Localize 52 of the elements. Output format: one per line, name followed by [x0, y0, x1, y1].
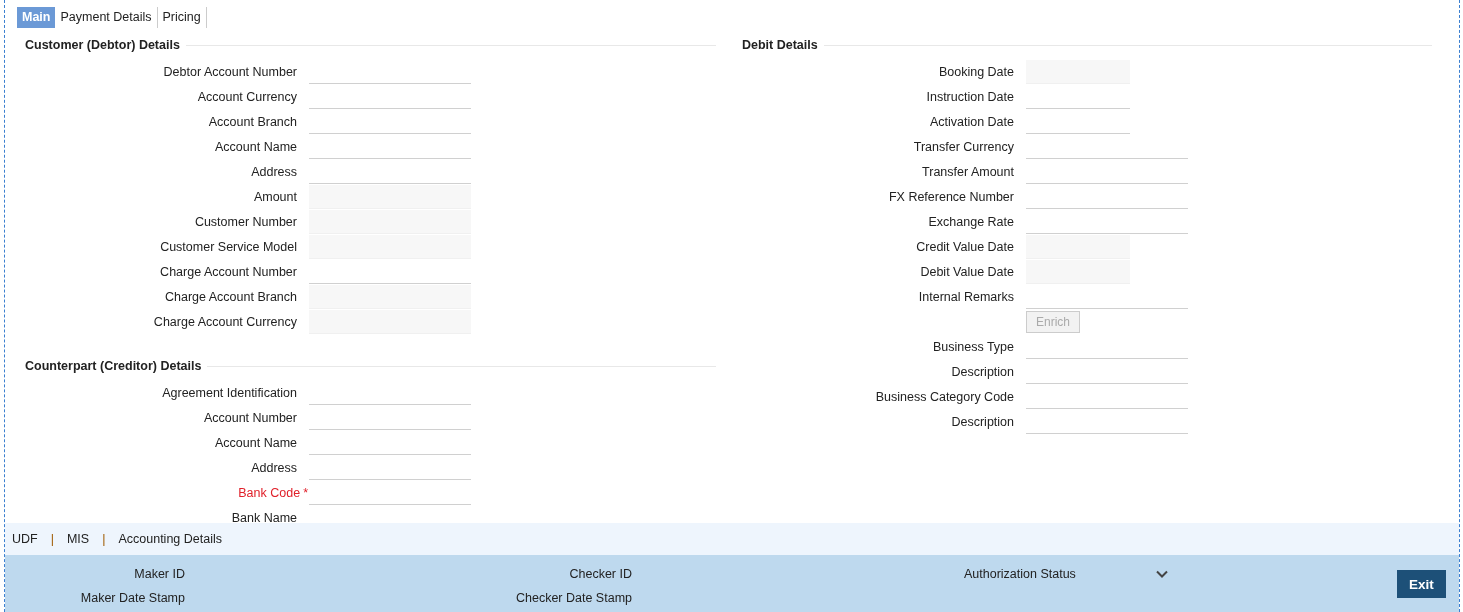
field-label: Activation Date	[929, 114, 1014, 129]
section-title: Debit Details	[741, 38, 818, 52]
field-label: Description	[951, 364, 1014, 379]
field-label: Internal Remarks	[918, 289, 1014, 304]
field-label: Charge Account Number	[160, 264, 297, 279]
field-label: FX Reference Number	[888, 189, 1014, 204]
field-label: Business Type	[932, 339, 1014, 354]
field-label: Exchange Rate	[928, 214, 1014, 229]
audit-label: Authorization Status	[964, 567, 1076, 581]
field-label: Account Number	[203, 410, 297, 425]
footer-link[interactable]: MIS	[66, 532, 90, 546]
exit-button[interactable]: Exit	[1397, 570, 1446, 598]
field-label: Address	[251, 460, 297, 475]
readonly-field[interactable]	[309, 184, 471, 209]
field-label: Address	[251, 164, 297, 179]
audit-label: Maker Date Stamp	[79, 591, 185, 605]
tab[interactable]: Pricing	[157, 7, 207, 28]
field-label: Instruction Date	[926, 89, 1014, 104]
chevron-down-icon[interactable]	[1156, 570, 1168, 578]
field-label: Description	[951, 414, 1014, 429]
field-label: Bank Code	[238, 485, 301, 500]
separator: |	[102, 532, 106, 546]
audit-label: Checker ID	[568, 567, 632, 581]
field-label: Account Name	[215, 435, 297, 450]
footer-link[interactable]: Accounting Details	[118, 532, 222, 546]
field-label: Booking Date	[938, 64, 1014, 79]
field-label: Account Currency	[197, 89, 297, 104]
section-title: Customer (Debtor) Details	[24, 38, 180, 52]
field-label: Credit Value Date	[916, 239, 1014, 254]
footer-link[interactable]: UDF	[12, 532, 38, 546]
field-label: Agreement Identification	[162, 385, 297, 400]
field-label: Customer Number	[194, 214, 297, 229]
field-label: Debtor Account Number	[163, 64, 297, 79]
field-label: Transfer Currency	[913, 139, 1014, 154]
readonly-field[interactable]	[1026, 234, 1130, 259]
field-label: Account Branch	[208, 114, 297, 129]
field-label: Account Name	[215, 139, 297, 154]
section-title: Counterpart (Creditor) Details	[24, 359, 202, 373]
field-label: Amount	[253, 189, 297, 204]
field-label: Transfer Amount	[922, 164, 1014, 179]
field-label: Charge Account Currency	[153, 314, 297, 329]
required-mark: *	[303, 485, 308, 500]
tab[interactable]: Payment Details	[55, 7, 158, 28]
audit-label: Maker ID	[133, 567, 185, 581]
field-label: Bank Name	[231, 510, 297, 523]
separator: |	[50, 532, 54, 546]
field-label: Business Category Code	[875, 389, 1014, 404]
audit-label: Checker Date Stamp	[514, 591, 632, 605]
field-label: Debit Value Date	[920, 264, 1014, 279]
field-label: Charge Account Branch	[164, 289, 297, 304]
field-label: Customer Service Model	[160, 239, 297, 254]
readonly-field[interactable]	[309, 284, 471, 309]
